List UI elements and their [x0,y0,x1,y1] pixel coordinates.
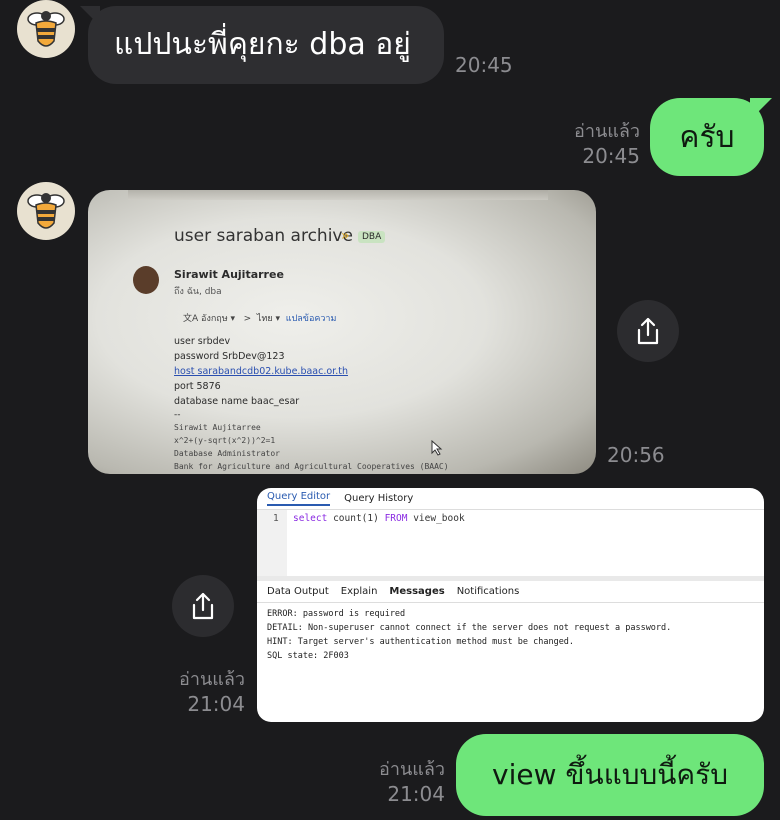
line-gutter [257,510,287,580]
message-time: 21:04 [187,692,245,716]
message-time: 20:45 [455,53,513,77]
output-line: SQL state: 2F003 [267,651,349,661]
email-recipients: ถึง ฉัน, dba [174,287,222,297]
sql-keyword: select [293,513,328,524]
message-text: ครับ [679,119,735,155]
signature-line: Sirawit Aujitarree [174,423,261,432]
bee-icon [27,193,65,229]
photo-message[interactable]: user saraban archive » DBA Sirawit Aujit… [88,190,596,474]
message-time: 20:45 [582,144,640,168]
sender-avatar[interactable] [17,182,75,240]
mouse-cursor-icon [431,440,443,456]
dba-tag: DBA [358,231,386,243]
editor-tabs: Query Editor Query History [257,488,764,510]
sql-query: select count(1) FROM view_book [293,513,465,524]
image-message[interactable]: Query Editor Query History 1 select coun… [257,488,764,722]
share-button[interactable] [617,300,679,362]
message-text: แปปนะพี่คุยกะ dba อยู่ [114,27,411,62]
tab-explain: Explain [340,586,378,597]
output-line: DETAIL: Non-superuser cannot connect if … [267,623,672,633]
translate-icon: 文A [183,314,199,324]
signature-line: Bank for Agriculture and Agricultural Co… [174,462,449,471]
tab-query-editor: Query Editor [267,491,331,506]
sender-photo [133,266,159,294]
sql-function: count(1) [333,513,379,524]
email-line: password SrbDev@123 [174,351,285,362]
read-receipt: อ่านแล้ว 21:04 [345,758,445,806]
message-time: 20:56 [607,443,665,467]
subject-arrow-icon: » [341,228,350,244]
share-icon [637,317,659,345]
email-sender: Sirawit Aujitarree [174,268,284,281]
bee-icon [27,11,65,47]
bubble-tail [80,6,100,26]
outgoing-message-bubble[interactable]: view ขึ้นแบบนี้ครับ [456,734,764,816]
sql-identifier: view_book [413,513,465,524]
signature-divider: -- [174,410,181,420]
read-receipt: อ่านแล้ว 20:45 [540,120,640,168]
toolbar-strip [128,190,548,200]
read-label: อ่านแล้ว [379,759,445,780]
tab-data-output: Data Output [267,586,329,597]
output-line: HINT: Target server's authentication met… [267,637,575,647]
email-line: user srbdev [174,336,231,347]
signature-line: x^2+(y-sqrt(x^2))^2=1 [174,436,276,445]
read-label: อ่านแล้ว [179,669,245,690]
result-tabs: Data Output Explain Messages Notificatio… [257,581,764,603]
translate-to: ไทย [256,314,273,324]
translate-link: แปลข้อความ [285,314,337,324]
read-label: อ่านแล้ว [574,121,640,142]
tag-label: DBA [362,232,382,242]
output-line: ERROR: password is required [267,609,406,619]
email-line: port 5876 [174,381,221,392]
translate-from: อังกฤษ [201,314,228,324]
line-number: 1 [273,513,279,524]
bubble-tail [750,98,772,120]
sender-avatar[interactable] [17,0,75,58]
message-time: 21:04 [387,782,445,806]
message-text: view ขึ้นแบบนี้ครับ [492,758,728,791]
tab-query-history: Query History [344,493,414,504]
email-subject: user saraban archive [174,226,353,246]
share-button[interactable] [172,575,234,637]
share-icon [192,592,214,620]
email-line: host sarabandcdb02.kube.baac.or.th [174,366,348,377]
read-receipt: อ่านแล้ว 21:04 [145,668,245,716]
signature-line: Database Administrator [174,449,280,458]
tab-messages: Messages [389,586,445,597]
incoming-message-bubble[interactable]: แปปนะพี่คุยกะ dba อยู่ [88,6,444,84]
translate-bar: 文A อังกฤษ ▾ > ไทย ▾ แปลข้อความ [183,314,337,324]
sql-keyword: FROM [384,513,408,524]
email-line: database name baac_esar [174,396,300,407]
tab-notifications: Notifications [456,586,520,597]
outgoing-message-bubble[interactable]: ครับ [650,98,764,176]
